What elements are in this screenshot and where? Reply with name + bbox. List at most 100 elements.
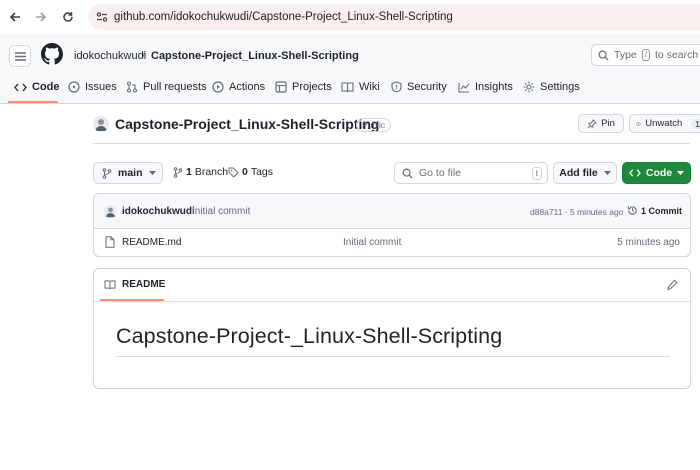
tab-issues[interactable]: Issues bbox=[68, 81, 117, 93]
commit-history-link[interactable]: 1 Commit bbox=[627, 205, 682, 216]
url-text: github.com/idokochukwudi/Capstone-Projec… bbox=[114, 11, 453, 23]
back-icon[interactable] bbox=[6, 8, 24, 26]
commit-hash-time[interactable]: d88a711 · 5 minutes ago bbox=[530, 207, 623, 217]
tab-security[interactable]: Security bbox=[391, 81, 447, 93]
unwatch-label: Unwatch bbox=[645, 118, 683, 129]
breadcrumb-repo[interactable]: Capstone-Project_Linux-Shell-Scripting bbox=[151, 50, 359, 62]
tab-code-label: Code bbox=[32, 81, 60, 93]
tag-icon bbox=[228, 167, 239, 178]
go-to-file-shortcut: t bbox=[531, 167, 542, 180]
pin-button[interactable]: Pin bbox=[578, 114, 624, 133]
code-icon bbox=[629, 169, 641, 177]
book-icon bbox=[341, 81, 354, 92]
code-button[interactable]: Code bbox=[622, 162, 691, 184]
visibility-badge: Public bbox=[356, 118, 392, 132]
branch-label: Branch bbox=[194, 166, 229, 178]
tab-wiki[interactable]: Wiki bbox=[341, 81, 380, 93]
tab-actions[interactable]: Actions bbox=[212, 81, 265, 93]
tab-pull-requests-label: Pull requests bbox=[143, 81, 207, 93]
latest-commit-bar: idokochukwudi Initial commit d88a711 · 5… bbox=[94, 194, 690, 229]
pull-request-icon bbox=[127, 81, 137, 93]
branch-selector[interactable]: main bbox=[93, 162, 163, 184]
chevron-down-icon bbox=[603, 170, 611, 175]
tab-selected-indicator bbox=[8, 101, 58, 103]
search-icon bbox=[598, 50, 609, 61]
readme-heading: Capstone-Project-_Linux-Shell-Scripting bbox=[116, 324, 503, 348]
tab-settings-label: Settings bbox=[540, 81, 580, 93]
unwatch-button[interactable]: Unwatch 1 bbox=[629, 114, 700, 133]
pin-label: Pin bbox=[601, 118, 615, 129]
add-file-label: Add file bbox=[559, 167, 598, 179]
play-icon bbox=[212, 81, 224, 93]
book-icon bbox=[104, 279, 116, 289]
watch-count: 1 bbox=[691, 118, 700, 129]
tab-insights[interactable]: Insights bbox=[458, 81, 513, 93]
forward-icon[interactable] bbox=[32, 8, 50, 26]
tag-label: Tags bbox=[250, 166, 274, 178]
commit-count-label: 1 Commit bbox=[641, 205, 683, 216]
chevron-down-icon bbox=[677, 170, 685, 175]
code-icon bbox=[14, 83, 27, 91]
avatar[interactable] bbox=[93, 116, 109, 132]
repo-nav-tabs: Code Issues Pull requests Actions Projec… bbox=[0, 78, 700, 104]
branches-link[interactable]: 1 Branch bbox=[173, 166, 228, 178]
breadcrumb-owner[interactable]: idokochukwudi bbox=[74, 50, 146, 62]
branch-name: main bbox=[118, 167, 143, 179]
avatar[interactable] bbox=[104, 205, 117, 218]
file-age: 5 minutes ago bbox=[617, 237, 680, 248]
tab-issues-label: Issues bbox=[85, 81, 117, 93]
file-icon bbox=[105, 236, 115, 251]
address-bar[interactable]: github.com/idokochukwudi/Capstone-Projec… bbox=[88, 4, 700, 30]
go-to-file-input[interactable]: Go to file t bbox=[394, 162, 548, 184]
readme-tab[interactable]: README bbox=[104, 279, 165, 290]
browser-toolbar: github.com/idokochukwudi/Capstone-Projec… bbox=[0, 0, 700, 34]
pin-icon bbox=[587, 118, 597, 128]
file-table: idokochukwudi Initial commit d88a711 · 5… bbox=[93, 193, 691, 257]
search-placeholder-pre: Type bbox=[614, 49, 637, 61]
readme-tab-label: README bbox=[122, 279, 166, 290]
add-file-button[interactable]: Add file bbox=[553, 162, 617, 184]
tab-security-label: Security bbox=[407, 81, 447, 93]
branch-icon bbox=[102, 167, 112, 179]
commit-author[interactable]: idokochukwudi bbox=[122, 206, 195, 217]
divider bbox=[116, 356, 670, 357]
tab-settings[interactable]: Settings bbox=[523, 81, 580, 93]
github-header: idokochukwudi / Capstone-Project_Linux-S… bbox=[0, 34, 700, 104]
tab-pull-requests[interactable]: Pull requests bbox=[126, 81, 207, 93]
file-commit-message[interactable]: Initial commit bbox=[343, 237, 401, 248]
branch-icon bbox=[173, 166, 183, 178]
search-input[interactable]: Type / to search bbox=[591, 44, 700, 66]
breadcrumb-separator: / bbox=[142, 50, 146, 62]
chevron-down-icon bbox=[148, 170, 156, 175]
search-placeholder-post: to search bbox=[655, 49, 699, 61]
tab-code[interactable]: Code bbox=[14, 81, 60, 93]
eye-icon bbox=[636, 121, 642, 126]
readme-panel: README Capstone-Project-_Linux-Shell-Scr… bbox=[93, 268, 691, 389]
tags-link[interactable]: 0 Tags bbox=[228, 166, 273, 178]
search-shortcut-key: / bbox=[641, 49, 650, 61]
table-icon bbox=[275, 81, 287, 93]
history-icon bbox=[627, 206, 637, 215]
commit-message[interactable]: Initial commit bbox=[192, 206, 250, 217]
tab-projects-label: Projects bbox=[292, 81, 332, 93]
repo-title[interactable]: Capstone-Project_Linux-Shell-Scripting bbox=[115, 116, 379, 132]
file-name[interactable]: README.md bbox=[122, 237, 181, 248]
go-to-file-placeholder: Go to file bbox=[419, 167, 462, 179]
shield-icon bbox=[391, 81, 402, 93]
tab-actions-label: Actions bbox=[229, 81, 266, 93]
table-row[interactable]: README.md Initial commit 5 minutes ago bbox=[94, 229, 690, 256]
tab-projects[interactable]: Projects bbox=[275, 81, 332, 93]
site-info-icon[interactable] bbox=[96, 11, 108, 26]
menu-button[interactable] bbox=[9, 45, 31, 67]
graph-icon bbox=[458, 82, 470, 93]
issue-icon bbox=[68, 81, 80, 93]
tag-count: 0 bbox=[242, 166, 248, 178]
tab-insights-label: Insights bbox=[475, 81, 513, 93]
github-logo-icon[interactable] bbox=[41, 43, 63, 68]
branch-count: 1 bbox=[186, 166, 192, 178]
pencil-icon[interactable] bbox=[667, 279, 678, 293]
search-icon bbox=[402, 168, 413, 179]
divider bbox=[94, 301, 690, 302]
hamburger-icon bbox=[14, 51, 26, 61]
reload-icon[interactable] bbox=[59, 8, 77, 26]
